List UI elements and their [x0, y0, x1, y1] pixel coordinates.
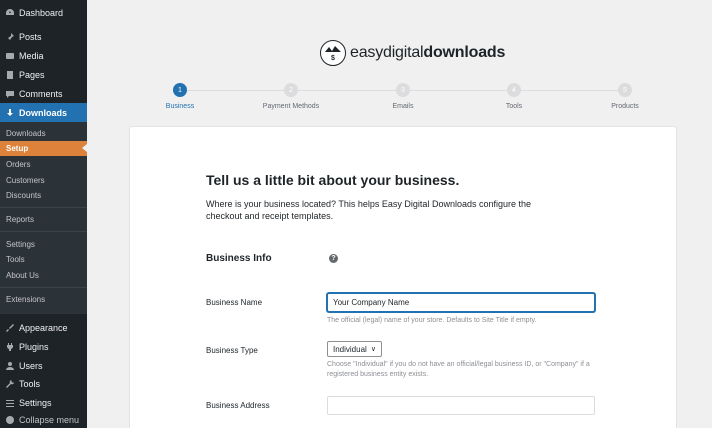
- edd-logo: $ easydigitaldownloads: [320, 40, 505, 66]
- submenu-reports[interactable]: Reports: [0, 212, 87, 227]
- step-5-products[interactable]: 5: [618, 83, 632, 97]
- business-name-label: Business Name: [206, 298, 263, 307]
- business-type-description: Choose "Individual" if you do not have a…: [327, 361, 590, 378]
- business-address-label: Business Address: [206, 401, 270, 410]
- business-type-value: Individual: [333, 344, 367, 354]
- menu-users[interactable]: Users: [0, 357, 87, 375]
- step-1-business[interactable]: 1: [173, 83, 187, 97]
- media-icon: [5, 51, 15, 61]
- business-name-description: The official (legal) name of your store.…: [327, 317, 537, 324]
- menu-label: Settings: [19, 398, 52, 408]
- menu-media[interactable]: Media: [0, 47, 87, 65]
- dashboard-icon: [5, 8, 15, 18]
- menu-label: Users: [19, 361, 43, 371]
- menu-label: Collapse menu: [19, 415, 80, 425]
- step-label-tools: Tools: [505, 103, 523, 110]
- help-icon[interactable]: ?: [329, 254, 338, 263]
- submenu-orders[interactable]: Orders: [0, 157, 87, 172]
- submenu-divider: [0, 231, 87, 232]
- step-label-business: Business: [165, 103, 195, 110]
- submenu-customers[interactable]: Customers: [0, 173, 87, 188]
- svg-text:$: $: [331, 55, 335, 62]
- menu-label: Tools: [19, 379, 41, 389]
- business-type-select[interactable]: Individual ∨: [327, 341, 382, 357]
- collapse-menu-button[interactable]: Collapse menu: [0, 412, 87, 428]
- menu-label: Plugins: [19, 342, 49, 352]
- pages-icon: [5, 70, 15, 80]
- menu-posts[interactable]: Posts: [0, 28, 87, 46]
- menu-label: Comments: [19, 89, 63, 99]
- menu-label: Downloads: [19, 107, 68, 118]
- logo-wordmark: easydigitaldownloads: [350, 44, 506, 61]
- submenu-settings[interactable]: Settings: [0, 237, 87, 252]
- business-address-input[interactable]: [327, 396, 595, 415]
- menu-comments[interactable]: Comments: [0, 85, 87, 103]
- menu-tools[interactable]: Tools: [0, 375, 87, 393]
- user-icon: [5, 361, 15, 371]
- submenu-divider: [0, 207, 87, 208]
- menu-dashboard[interactable]: Dashboard: [0, 4, 87, 22]
- admin-sidebar: Dashboard Posts Media Pages Comments Dow…: [0, 0, 87, 428]
- submenu-about-us[interactable]: About Us: [0, 268, 87, 283]
- comment-icon: [5, 89, 15, 99]
- menu-label: Appearance: [19, 323, 68, 333]
- step-label-products: Products: [611, 103, 639, 110]
- submenu-extensions[interactable]: Extensions: [0, 292, 87, 307]
- section-title: Business Info: [206, 253, 272, 264]
- edd-logo-icon: $: [320, 40, 346, 66]
- submenu-downloads[interactable]: Downloads: [0, 126, 87, 141]
- business-name-input[interactable]: [327, 293, 595, 312]
- step-label-emails: Emails: [392, 103, 414, 110]
- pin-icon: [5, 32, 15, 42]
- chevron-down-icon: ∨: [370, 346, 376, 353]
- business-type-label: Business Type: [206, 346, 258, 355]
- menu-settings[interactable]: Settings: [0, 394, 87, 412]
- step-label-payment-methods: Payment Methods: [262, 103, 320, 110]
- step-3-emails[interactable]: 3: [396, 83, 410, 97]
- menu-downloads[interactable]: Downloads: [0, 103, 87, 122]
- page-title: Tell us a little bit about your business…: [206, 172, 460, 188]
- menu-label: Pages: [19, 70, 45, 80]
- menu-label: Dashboard: [19, 8, 64, 18]
- download-icon: [5, 108, 15, 118]
- brush-icon: [5, 323, 15, 333]
- step-4-tools[interactable]: 4: [507, 83, 521, 97]
- submenu-divider: [0, 287, 87, 288]
- menu-label: Media: [19, 51, 44, 61]
- step-2-payment-methods[interactable]: 2: [284, 83, 298, 97]
- wrench-icon: [5, 379, 15, 389]
- menu-pages[interactable]: Pages: [0, 66, 87, 84]
- submenu-tools[interactable]: Tools: [0, 252, 87, 267]
- menu-plugins[interactable]: Plugins: [0, 338, 87, 356]
- intro-text: Where is your business located? This hel…: [206, 199, 532, 221]
- menu-label: Posts: [19, 32, 42, 42]
- plug-icon: [5, 342, 15, 352]
- menu-appearance[interactable]: Appearance: [0, 319, 87, 337]
- submenu-discounts[interactable]: Discounts: [0, 188, 87, 203]
- settings-icon: [5, 398, 15, 408]
- submenu-setup[interactable]: Setup: [0, 141, 87, 156]
- collapse-icon: [5, 415, 15, 425]
